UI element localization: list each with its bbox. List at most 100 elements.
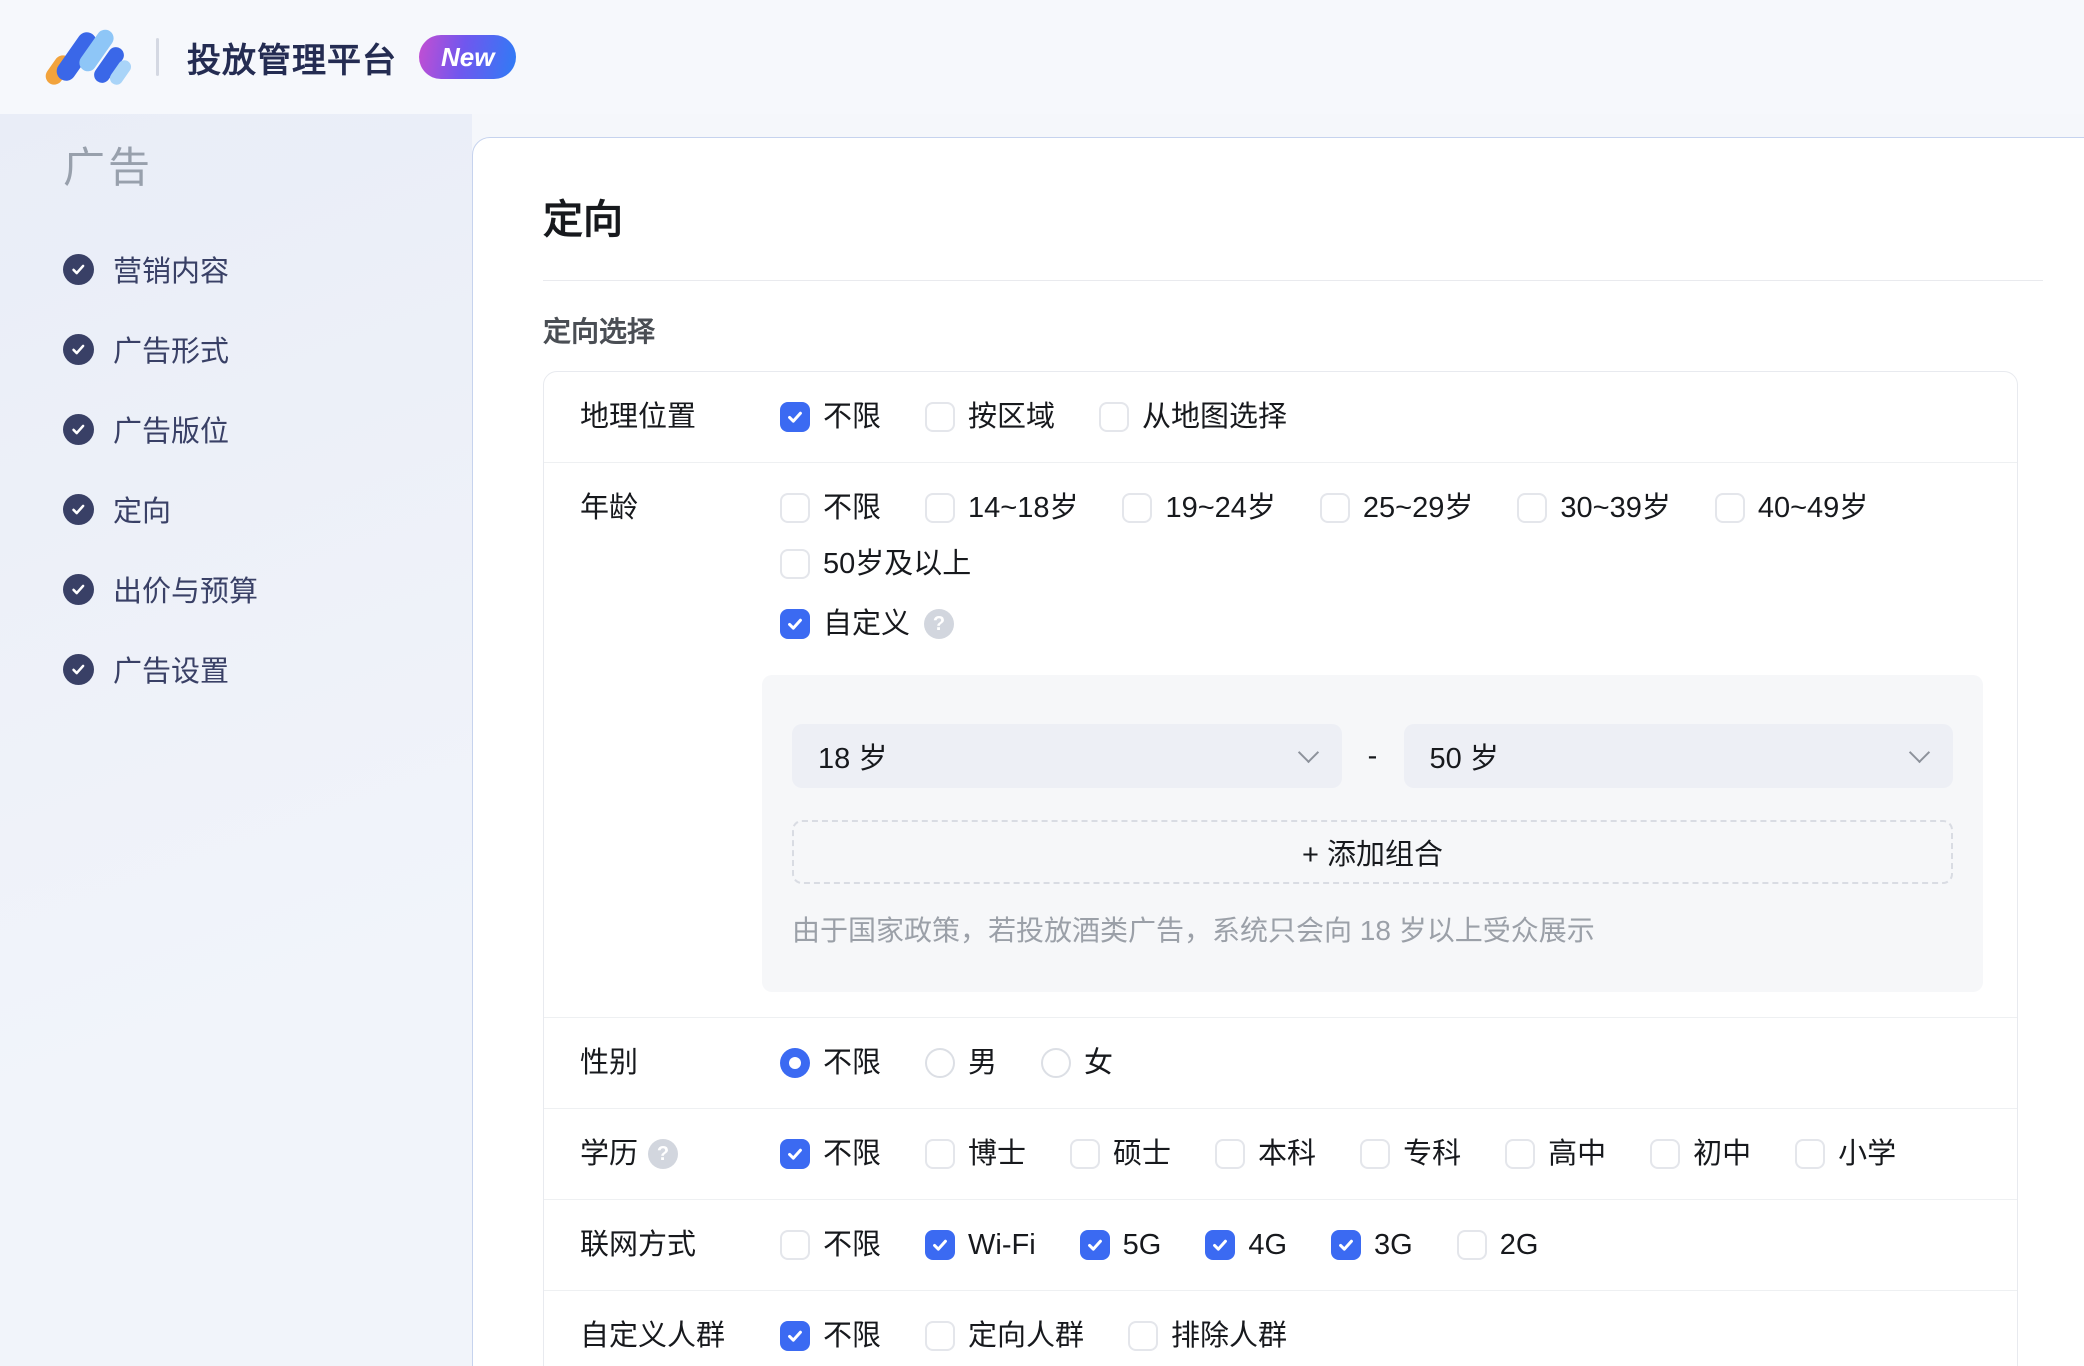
radio-unchecked-icon[interactable] (1041, 1048, 1072, 1078)
checkbox-option[interactable]: 5G (1079, 1225, 1161, 1265)
checkbox-checked-icon[interactable] (1079, 1230, 1110, 1260)
radio-option[interactable]: 男 (925, 1043, 997, 1083)
checkbox-checked-icon[interactable] (1331, 1230, 1362, 1260)
checkbox-checked-icon[interactable] (780, 609, 810, 639)
checkbox-option[interactable]: 博士 (925, 1134, 1026, 1174)
checkbox-option[interactable]: 不限 (780, 1134, 881, 1174)
radio-option[interactable]: 女 (1041, 1043, 1113, 1083)
checkbox-unchecked-icon[interactable] (1360, 1139, 1391, 1169)
sidebar-item-targeting[interactable]: 定向 (63, 489, 472, 529)
add-combination-button[interactable]: + 添加组合 (792, 820, 1953, 884)
checkbox-option[interactable]: 19~24岁 (1122, 488, 1276, 528)
checkbox-unchecked-icon[interactable] (1070, 1139, 1101, 1169)
select-value: 18 岁 (818, 743, 888, 775)
checkbox-unchecked-icon[interactable] (780, 549, 810, 579)
checkbox-unchecked-icon[interactable] (1122, 493, 1153, 523)
checkbox-checked-icon[interactable] (780, 1139, 810, 1169)
option-label: 男 (968, 1047, 998, 1079)
checkbox-unchecked-icon[interactable] (1650, 1139, 1681, 1169)
sidebar-item-marketing-content[interactable]: 营销内容 (63, 249, 472, 289)
sidebar-heading: 广告 (63, 144, 154, 191)
checkbox-unchecked-icon[interactable] (1128, 1321, 1159, 1351)
sidebar-item-label: 定向 (113, 496, 172, 528)
checkbox-unchecked-icon[interactable] (1795, 1139, 1826, 1169)
sidebar-item-ad-placement[interactable]: 广告版位 (63, 409, 472, 449)
help-icon[interactable] (924, 609, 955, 639)
row-label: 地理位置 (580, 397, 780, 437)
checkbox-option[interactable]: 40~49岁 (1714, 488, 1869, 528)
checkbox-option[interactable]: 不限 (780, 397, 881, 437)
checkbox-unchecked-icon[interactable] (1505, 1139, 1536, 1169)
row-label-text: 年龄 (580, 492, 639, 524)
row-label-text: 自定义人群 (580, 1320, 726, 1352)
check-circle-icon (63, 333, 94, 365)
checkbox-option[interactable]: 14~18岁 (925, 488, 1078, 528)
gender-options: 不限 男 女 (780, 1043, 1113, 1083)
checkbox-option[interactable]: 4G (1205, 1225, 1287, 1265)
checkbox-checked-icon[interactable] (780, 402, 810, 432)
network-options: 不限 Wi-Fi 5G 4G 3G 2G (780, 1225, 1538, 1265)
age-to-select[interactable]: 50 岁 (1403, 724, 1953, 788)
checkbox-option[interactable]: 自定义 (780, 604, 910, 644)
checkbox-unchecked-icon[interactable] (925, 1321, 956, 1351)
main-card: 定向 定向选择 地理位置 不限 按区域 从地图选择 年龄 不限 14~18岁 19~24… (472, 137, 2084, 1366)
radio-checked-icon[interactable] (780, 1048, 810, 1078)
check-circle-icon (63, 653, 94, 685)
radio-option[interactable]: 不限 (780, 1043, 881, 1083)
option-label: 从地图选择 (1142, 401, 1288, 433)
sidebar-item-ad-format[interactable]: 广告形式 (63, 329, 472, 369)
checkbox-unchecked-icon[interactable] (925, 1139, 956, 1169)
checkbox-option[interactable]: 初中 (1650, 1134, 1751, 1174)
checkbox-unchecked-icon[interactable] (1215, 1139, 1246, 1169)
checkbox-option[interactable]: 硕士 (1070, 1134, 1171, 1174)
checkbox-unchecked-icon[interactable] (1714, 493, 1745, 523)
option-label: 硕士 (1113, 1138, 1172, 1170)
checkbox-option[interactable]: 专科 (1360, 1134, 1461, 1174)
radio-unchecked-icon[interactable] (925, 1048, 956, 1078)
checkbox-option[interactable]: 不限 (780, 1316, 881, 1356)
help-icon[interactable] (648, 1139, 679, 1169)
row-label-text: 地理位置 (580, 401, 697, 433)
checkbox-option[interactable]: 从地图选择 (1099, 397, 1287, 437)
checkbox-unchecked-icon[interactable] (1456, 1230, 1487, 1260)
checkbox-option[interactable]: 小学 (1795, 1134, 1896, 1174)
checkbox-option[interactable]: Wi-Fi (925, 1225, 1036, 1265)
checkbox-option[interactable]: 高中 (1505, 1134, 1606, 1174)
checkbox-unchecked-icon[interactable] (925, 493, 956, 523)
checkbox-option[interactable]: 50岁及以上 (780, 544, 971, 584)
checkbox-unchecked-icon[interactable] (780, 1230, 810, 1260)
checkbox-option[interactable]: 本科 (1215, 1134, 1316, 1174)
checkbox-option[interactable]: 不限 (780, 1225, 881, 1265)
checkbox-unchecked-icon[interactable] (1099, 402, 1130, 432)
checkbox-option[interactable]: 3G (1331, 1225, 1413, 1265)
option-label: 排除人群 (1171, 1320, 1288, 1352)
checkbox-unchecked-icon[interactable] (1319, 493, 1350, 523)
select-value: 50 岁 (1429, 743, 1499, 775)
checkbox-option[interactable]: 按区域 (925, 397, 1055, 437)
option-label: 2G (1499, 1229, 1539, 1261)
option-label: 40~49岁 (1757, 492, 1869, 524)
checkbox-option[interactable]: 25~29岁 (1319, 488, 1473, 528)
row-label: 年龄 (580, 488, 780, 528)
checkbox-option[interactable]: 2G (1456, 1225, 1539, 1265)
checkbox-checked-icon[interactable] (1205, 1230, 1236, 1260)
checkbox-option[interactable]: 排除人群 (1128, 1316, 1287, 1356)
checkbox-unchecked-icon[interactable] (925, 402, 956, 432)
checkbox-unchecked-icon[interactable] (780, 493, 810, 523)
row-label: 性别 (580, 1043, 780, 1083)
checkbox-option[interactable]: 定向人群 (925, 1316, 1084, 1356)
checkbox-option[interactable]: 30~39岁 (1517, 488, 1671, 528)
targeting-form: 地理位置 不限 按区域 从地图选择 年龄 不限 14~18岁 19~24岁 25~29岁 3… (543, 371, 2018, 1366)
checkbox-checked-icon[interactable] (780, 1321, 810, 1351)
age-from-select[interactable]: 18 岁 (792, 724, 1342, 788)
sidebar-item-ad-settings[interactable]: 广告设置 (63, 649, 472, 689)
option-label: 不限 (823, 1138, 882, 1170)
checkbox-unchecked-icon[interactable] (1517, 493, 1548, 523)
checkbox-checked-icon[interactable] (925, 1230, 956, 1260)
option-label: 按区域 (968, 401, 1056, 433)
option-label: 女 (1084, 1047, 1114, 1079)
age-options: 不限 14~18岁 19~24岁 25~29岁 30~39岁 40~49岁 50岁及以上 (780, 488, 1987, 584)
sidebar-item-label: 营销内容 (113, 256, 230, 288)
checkbox-option[interactable]: 不限 (780, 488, 881, 528)
sidebar-item-bid-budget[interactable]: 出价与预算 (63, 569, 472, 609)
